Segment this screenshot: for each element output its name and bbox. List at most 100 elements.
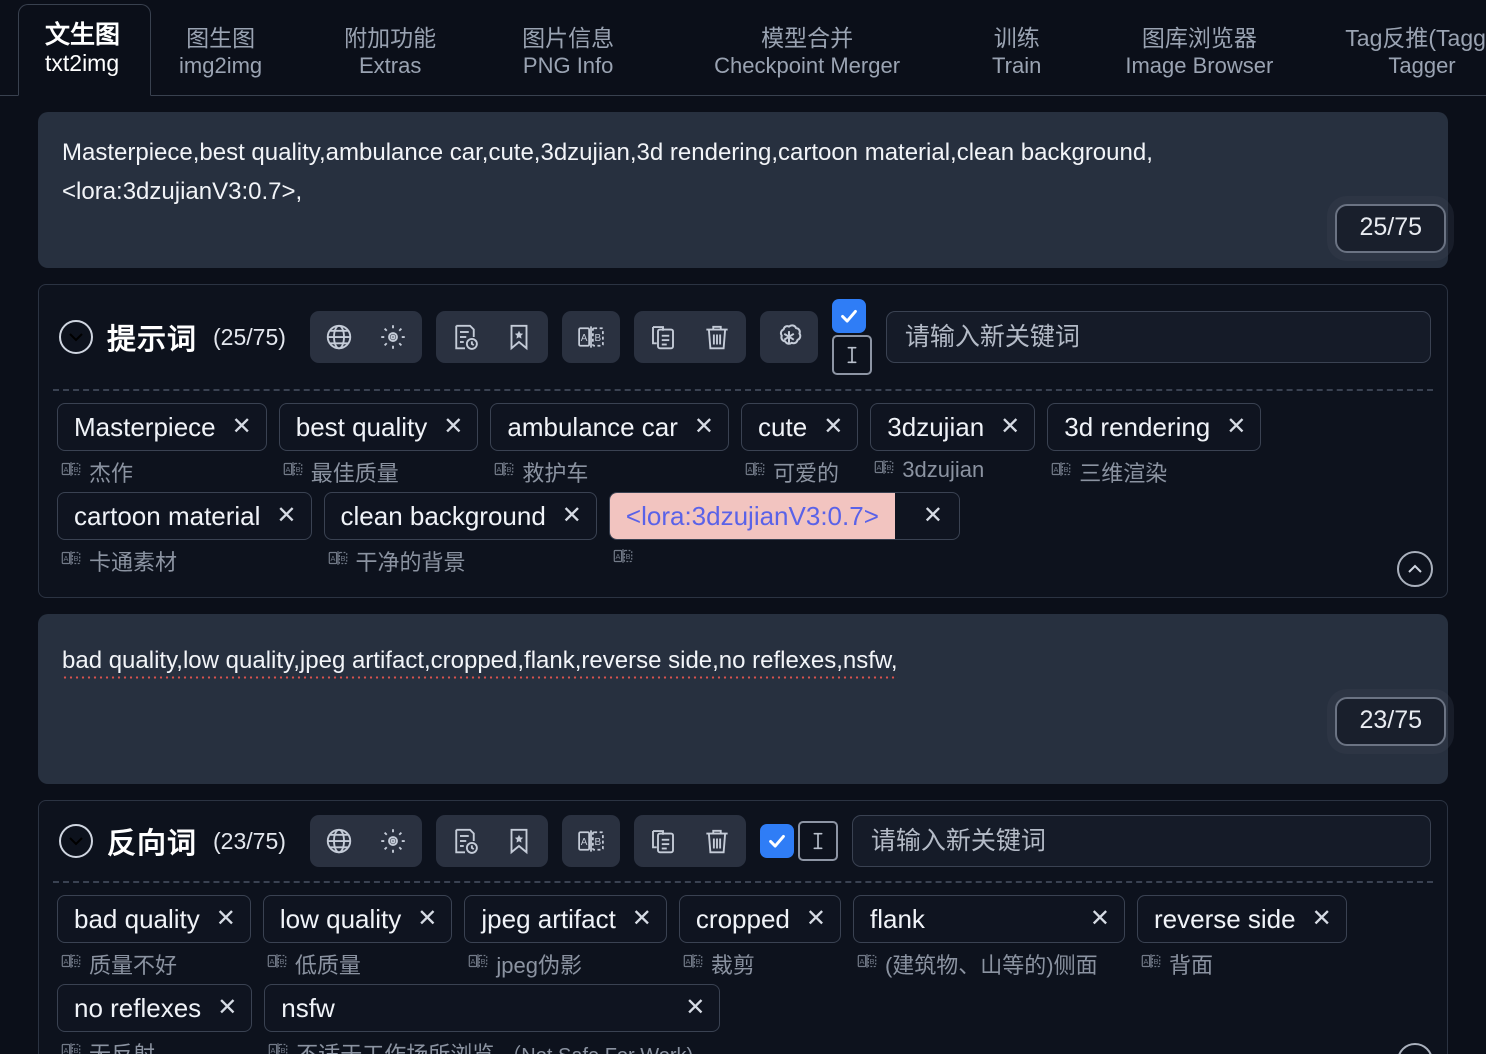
tag-translation: A B 无反射 bbox=[57, 1037, 252, 1054]
translate-ab-icon[interactable]: A B bbox=[572, 318, 610, 356]
positive-enable-checkbox[interactable] bbox=[831, 299, 866, 333]
text-cursor-icon[interactable] bbox=[831, 335, 872, 375]
tag-remove-icon[interactable]: ✕ bbox=[1000, 415, 1020, 439]
chevron-down-icon[interactable] bbox=[59, 320, 93, 354]
svg-text:B: B bbox=[74, 465, 79, 474]
bookmark-star-icon[interactable] bbox=[500, 822, 538, 860]
tag-chip[interactable]: clean background ✕ bbox=[323, 492, 597, 540]
tag-remove-icon[interactable]: ✕ bbox=[823, 415, 843, 439]
tag-chip[interactable]: cute ✕ bbox=[741, 403, 859, 451]
tab-label-en: Checkpoint Merger bbox=[714, 52, 901, 78]
tag-chip[interactable]: cartoon material ✕ bbox=[57, 492, 312, 540]
tag-label: cartoon material bbox=[74, 500, 261, 531]
translate-ab-icon: A B bbox=[856, 950, 878, 978]
tag-remove-icon[interactable]: ✕ bbox=[562, 504, 582, 528]
positive-btn-group-2 bbox=[435, 311, 548, 363]
tab-label-en: img2img bbox=[179, 52, 263, 78]
positive-keyword-input[interactable] bbox=[885, 311, 1431, 363]
tag-chip[interactable]: 3dzujian ✕ bbox=[870, 403, 1036, 451]
tab-png-info[interactable]: 图片信息 PNG Info bbox=[500, 11, 636, 95]
tag-translation: A B 干净的背景 bbox=[324, 545, 597, 577]
tag-translation-text: (建筑物、山等的)侧面 bbox=[884, 953, 1098, 978]
tag-remove-icon[interactable]: ✕ bbox=[443, 415, 463, 439]
tag-remove-icon[interactable]: ✕ bbox=[694, 415, 714, 439]
tag-label: nsfw bbox=[281, 992, 335, 1023]
tag-chip[interactable]: flank ✕ bbox=[852, 895, 1125, 943]
trash-icon[interactable] bbox=[698, 822, 736, 860]
globe-icon[interactable] bbox=[320, 318, 358, 356]
negative-keyword-input[interactable] bbox=[851, 815, 1431, 867]
tag-chip[interactable]: cropped ✕ bbox=[678, 895, 841, 943]
tag-translation-text: 卡通素材 bbox=[89, 550, 178, 575]
copy-icon[interactable] bbox=[644, 318, 682, 356]
tab-checkpoint-merger[interactable]: 模型合并 Checkpoint Merger bbox=[692, 11, 922, 95]
gear-icon[interactable] bbox=[374, 822, 412, 860]
tag-remove-icon[interactable]: ✕ bbox=[216, 907, 236, 931]
tab-extras[interactable]: 附加功能 Extras bbox=[322, 11, 458, 95]
tag-chip[interactable]: no reflexes ✕ bbox=[57, 984, 253, 1032]
tag-chip[interactable]: bad quality ✕ bbox=[57, 895, 251, 943]
negative-tag-row-2: no reflexes ✕ A B 无反射 bbox=[57, 984, 1429, 1054]
tag-remove-icon[interactable]: ✕ bbox=[1226, 415, 1246, 439]
tag-chip[interactable]: jpeg artifact ✕ bbox=[464, 895, 667, 943]
svg-text:B: B bbox=[594, 333, 601, 344]
tag-remove-icon[interactable]: ✕ bbox=[685, 996, 705, 1020]
gear-icon[interactable] bbox=[374, 318, 412, 356]
tag-remove-icon[interactable]: ✕ bbox=[217, 996, 237, 1020]
tag-chip[interactable]: low quality ✕ bbox=[262, 895, 453, 943]
tag-remove-icon[interactable]: ✕ bbox=[232, 415, 252, 439]
trash-icon[interactable] bbox=[698, 318, 736, 356]
svg-text:A: A bbox=[64, 1046, 69, 1054]
tag-remove-icon[interactable]: ✕ bbox=[1312, 907, 1332, 931]
bookmark-star-icon[interactable] bbox=[500, 318, 538, 356]
negative-section-count: (23/75) bbox=[213, 827, 286, 854]
tag-remove-icon[interactable]: ✕ bbox=[632, 907, 652, 931]
history-icon[interactable] bbox=[446, 822, 484, 860]
positive-section-count: (25/75) bbox=[213, 323, 286, 350]
history-icon[interactable] bbox=[446, 318, 484, 356]
negative-enable-checkbox[interactable] bbox=[759, 824, 794, 858]
translate-ab-icon[interactable]: A B bbox=[572, 822, 610, 860]
negative-prompt-textarea[interactable]: bad quality,low quality,jpeg artifact,cr… bbox=[38, 614, 1448, 784]
tag-remove-icon[interactable]: ✕ bbox=[1090, 907, 1110, 931]
svg-text:B: B bbox=[758, 465, 763, 474]
globe-icon[interactable] bbox=[320, 822, 358, 860]
tab-tagger[interactable]: Tag反推(Tagge Tagger bbox=[1323, 11, 1486, 95]
lora-tag-chip[interactable]: <lora:3dzujianV3:0.7> ✕ bbox=[608, 492, 960, 540]
svg-text:A: A bbox=[859, 957, 864, 966]
positive-prompt-textarea[interactable]: Masterpiece,best quality,ambulance car,c… bbox=[38, 112, 1448, 268]
tag-translation: A B 救护车 bbox=[490, 456, 729, 488]
translate-ab-icon: A B bbox=[60, 950, 82, 978]
tab-img2img[interactable]: 图生图 img2img bbox=[157, 11, 284, 95]
positive-tag-row-1: Masterpiece ✕ A B 杰作 best quality ✕ A B … bbox=[57, 403, 1429, 488]
tag-chip[interactable]: reverse side ✕ bbox=[1136, 895, 1347, 943]
text-cursor-icon[interactable] bbox=[797, 821, 838, 861]
tab-txt2img[interactable]: 文生图 txt2img bbox=[18, 4, 152, 96]
tag-chip[interactable]: best quality ✕ bbox=[278, 403, 479, 451]
chatgpt-icon[interactable] bbox=[770, 318, 808, 356]
translate-ab-icon: A B bbox=[266, 950, 288, 978]
tag-chip[interactable]: ambulance car ✕ bbox=[490, 403, 730, 451]
tab-image-browser[interactable]: 图库浏览器 Image Browser bbox=[1103, 11, 1295, 95]
tag-item-lora: <lora:3dzujianV3:0.7> ✕ A B bbox=[608, 492, 960, 573]
tag-item: 3dzujian ✕ A B 3dzujian bbox=[870, 403, 1036, 484]
positive-prompt-line-1: Masterpiece,best quality,ambulance car,c… bbox=[62, 139, 1153, 166]
tag-chip[interactable]: 3d rendering ✕ bbox=[1047, 403, 1262, 451]
tag-chip[interactable]: nsfw ✕ bbox=[264, 984, 721, 1032]
tag-remove-icon[interactable]: ✕ bbox=[417, 907, 437, 931]
chevron-down-icon[interactable] bbox=[59, 824, 93, 858]
tag-translation: A B 背面 bbox=[1137, 948, 1347, 980]
tag-label: clean background bbox=[340, 500, 546, 531]
translate-ab-icon: A B bbox=[612, 545, 634, 573]
tag-remove-icon[interactable]: ✕ bbox=[276, 504, 296, 528]
tag-remove-icon[interactable]: ✕ bbox=[806, 907, 826, 931]
positive-prompt-line-2: <lora:3dzujianV3:0.7>, bbox=[62, 177, 303, 205]
tag-remove-icon[interactable]: ✕ bbox=[911, 504, 959, 528]
tag-translation: A B 质量不好 bbox=[57, 948, 251, 980]
positive-collapse-chevron-up-icon[interactable] bbox=[1397, 551, 1433, 587]
translate-ab-icon: A B bbox=[60, 547, 82, 575]
tab-label-cn: 图库浏览器 bbox=[1141, 25, 1257, 52]
copy-icon[interactable] bbox=[644, 822, 682, 860]
tab-train[interactable]: 训练 Train bbox=[970, 11, 1063, 95]
tag-chip[interactable]: Masterpiece ✕ bbox=[57, 403, 267, 451]
